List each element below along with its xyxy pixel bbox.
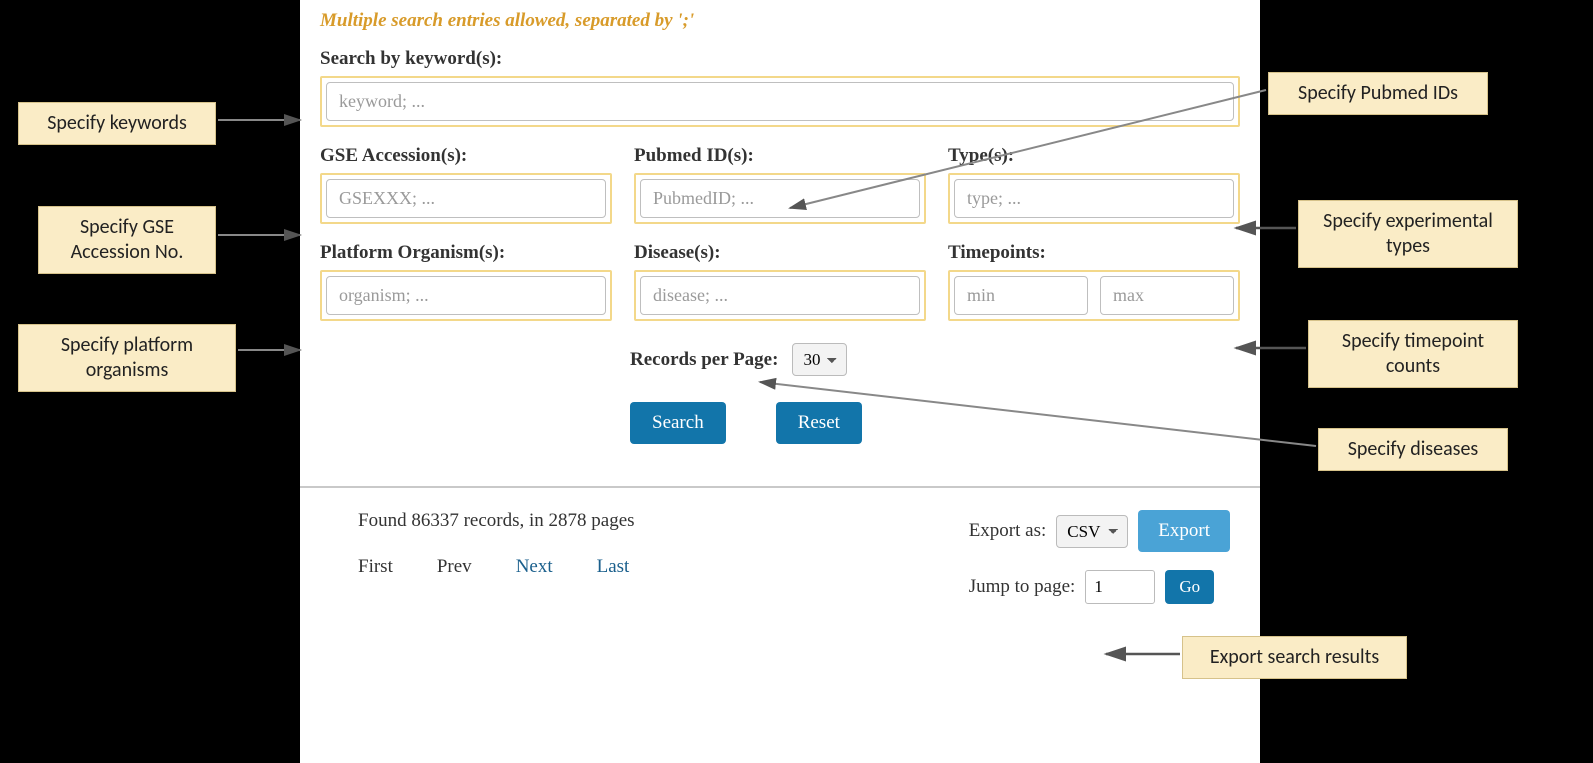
pubmed-input[interactable]	[640, 179, 920, 218]
reset-button[interactable]: Reset	[776, 402, 862, 444]
callout-timepoints: Specify timepoint counts	[1308, 320, 1518, 388]
export-button[interactable]: Export	[1138, 510, 1230, 552]
jump-label: Jump to page:	[969, 576, 1076, 598]
timepoints-label: Timepoints:	[948, 242, 1240, 264]
search-form: Multiple search entries allowed, separat…	[300, 0, 1260, 462]
organism-input[interactable]	[326, 276, 606, 315]
pager: First Prev Next Last	[358, 556, 969, 578]
search-panel: Multiple search entries allowed, separat…	[300, 0, 1260, 763]
gse-wrap	[320, 173, 612, 224]
keyword-input[interactable]	[326, 82, 1234, 121]
rpp-select[interactable]: 30	[792, 343, 847, 376]
go-button[interactable]: Go	[1165, 570, 1214, 604]
timepoints-max-input[interactable]	[1100, 276, 1234, 315]
pager-last[interactable]: Last	[597, 556, 630, 578]
organism-label: Platform Organism(s):	[320, 242, 612, 264]
callout-types: Specify experimental types	[1298, 200, 1518, 268]
disease-input[interactable]	[640, 276, 920, 315]
results-area: Found 86337 records, in 2878 pages First…	[300, 488, 1260, 604]
keyword-label: Search by keyword(s):	[320, 48, 1240, 70]
callout-gse: Specify GSE Accession No.	[38, 206, 216, 274]
callout-diseases: Specify diseases	[1318, 428, 1508, 471]
pubmed-label: Pubmed ID(s):	[634, 145, 926, 167]
jump-page-input[interactable]	[1085, 570, 1155, 604]
callout-keywords: Specify keywords	[18, 102, 216, 145]
callout-export: Export search results	[1182, 636, 1407, 679]
timepoints-min-input[interactable]	[954, 276, 1088, 315]
pager-prev: Prev	[437, 556, 472, 578]
callout-organisms: Specify platform organisms	[18, 324, 236, 392]
pager-next[interactable]: Next	[516, 556, 553, 578]
results-status: Found 86337 records, in 2878 pages	[358, 510, 969, 532]
rpp-label: Records per Page:	[630, 349, 778, 371]
pubmed-wrap	[634, 173, 926, 224]
organism-wrap	[320, 270, 612, 321]
type-input[interactable]	[954, 179, 1234, 218]
pager-first: First	[358, 556, 393, 578]
callout-pubmed: Specify Pubmed IDs	[1268, 72, 1488, 115]
export-label: Export as:	[969, 520, 1047, 542]
disease-label: Disease(s):	[634, 242, 926, 264]
search-button[interactable]: Search	[630, 402, 726, 444]
gse-input[interactable]	[326, 179, 606, 218]
export-format-select[interactable]: CSV	[1056, 515, 1128, 548]
hint-text: Multiple search entries allowed, separat…	[320, 10, 1240, 32]
disease-wrap	[634, 270, 926, 321]
type-label: Type(s):	[948, 145, 1240, 167]
type-wrap	[948, 173, 1240, 224]
keyword-wrap	[320, 76, 1240, 127]
gse-label: GSE Accession(s):	[320, 145, 612, 167]
timepoints-wrap	[948, 270, 1240, 321]
